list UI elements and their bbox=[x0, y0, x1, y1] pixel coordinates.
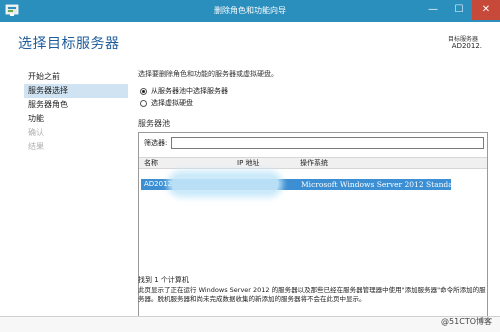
nav-item-results: 结果 bbox=[28, 142, 44, 151]
wizard-steps-nav: 开始之前 服务器选择 服务器角色 功能 确认 结果 bbox=[0, 66, 128, 176]
column-header-ip[interactable]: IP 地址 bbox=[237, 158, 260, 170]
radio-button[interactable] bbox=[140, 99, 147, 107]
option-virtual-disk-label: 选择虚拟硬盘 bbox=[151, 99, 193, 107]
row-os: Microsoft Windows Server 2012 Standard bbox=[301, 180, 462, 189]
footer-note: 此页显示了正在运行 Windows Server 2012 的服务器以及那些已经… bbox=[138, 286, 486, 303]
column-header-name[interactable]: 名称 bbox=[144, 158, 158, 170]
column-header-os[interactable]: 操作系统 bbox=[300, 158, 328, 170]
computer-count: 找到 1 个计算机 bbox=[138, 276, 189, 284]
table-row[interactable]: AD2012 Microsoft Windows Server 2012 Sta… bbox=[141, 174, 461, 194]
option-server-pool[interactable]: 从服务器池中选择服务器 bbox=[140, 86, 228, 96]
nav-item-features[interactable]: 功能 bbox=[28, 112, 44, 126]
maximize-button[interactable]: ☐ bbox=[446, 0, 472, 20]
title-bar: 删除角色和功能向导 — ☐ ✕ bbox=[0, 0, 500, 22]
filter-input[interactable] bbox=[171, 137, 484, 149]
wizard-header: 选择目标服务器 目标服务器 AD2012. bbox=[0, 22, 500, 60]
server-pool-heading: 服务器池 bbox=[138, 119, 170, 128]
watermark: @51CTO博客 bbox=[441, 317, 492, 326]
nav-item-server-selection[interactable]: 服务器选择 bbox=[24, 84, 128, 98]
button-bar bbox=[0, 316, 500, 332]
target-server-name: AD2012. bbox=[451, 42, 482, 50]
nav-item-server-roles[interactable]: 服务器角色 bbox=[28, 98, 68, 112]
page-title: 选择目标服务器 bbox=[18, 36, 120, 52]
radio-button-checked[interactable] bbox=[140, 87, 147, 95]
intro-text: 选择要删除角色和功能的服务器或虚拟硬盘。 bbox=[138, 70, 278, 78]
minimize-button[interactable]: — bbox=[420, 0, 446, 20]
option-server-pool-label: 从服务器池中选择服务器 bbox=[151, 87, 228, 95]
filter-label: 筛选器: bbox=[144, 139, 168, 147]
row-name: AD2012 bbox=[144, 180, 172, 188]
nav-item-before-you-begin[interactable]: 开始之前 bbox=[28, 70, 60, 84]
table-header: 名称 IP 地址 操作系统 bbox=[139, 157, 487, 169]
nav-item-confirmation: 确认 bbox=[28, 128, 44, 137]
close-button[interactable]: ✕ bbox=[472, 0, 500, 20]
redacted-blur bbox=[171, 174, 279, 194]
option-virtual-disk[interactable]: 选择虚拟硬盘 bbox=[140, 98, 193, 108]
